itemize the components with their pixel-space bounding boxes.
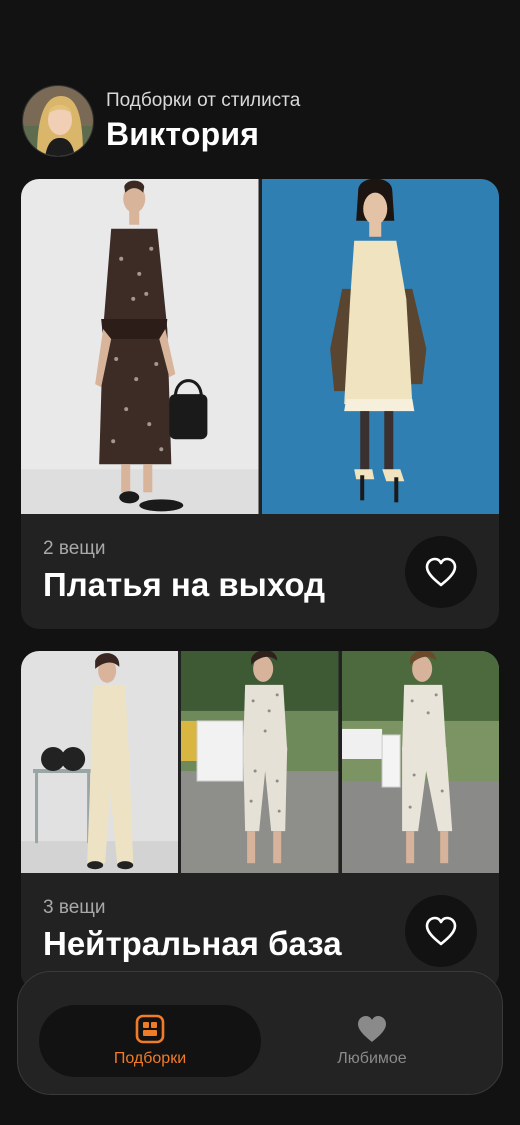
heart-icon bbox=[358, 1016, 386, 1042]
stylist-avatar[interactable] bbox=[22, 85, 94, 157]
heart-outline-icon bbox=[425, 557, 457, 587]
outfit-photo bbox=[341, 651, 499, 873]
like-button[interactable] bbox=[405, 536, 477, 608]
tab-collections[interactable]: Подборки bbox=[39, 1005, 261, 1077]
collection-card[interactable]: 3 вещи Нейтральная база bbox=[21, 651, 499, 991]
tab-label: Подборки bbox=[113, 1050, 187, 1067]
tab-favorites[interactable]: Любимое bbox=[261, 1005, 483, 1077]
like-button[interactable] bbox=[405, 895, 477, 967]
bottom-tab-bar: Подборки Любимое bbox=[17, 971, 503, 1095]
stylist-name: Виктория bbox=[106, 115, 260, 152]
collection-card[interactable]: 2 вещи Платья на выход bbox=[21, 179, 499, 629]
tab-label: Любимое bbox=[337, 1050, 407, 1067]
stylist-header: Подборки от стилиста Виктория bbox=[22, 85, 300, 157]
heart-outline-icon bbox=[425, 916, 457, 946]
outfit-photo bbox=[21, 179, 259, 514]
header-subtitle: Подборки от стилиста bbox=[106, 89, 301, 111]
collections-icon bbox=[135, 1014, 165, 1044]
outfit-photo bbox=[181, 651, 339, 873]
outfit-photo bbox=[261, 179, 499, 514]
outfit-photo bbox=[21, 651, 179, 873]
